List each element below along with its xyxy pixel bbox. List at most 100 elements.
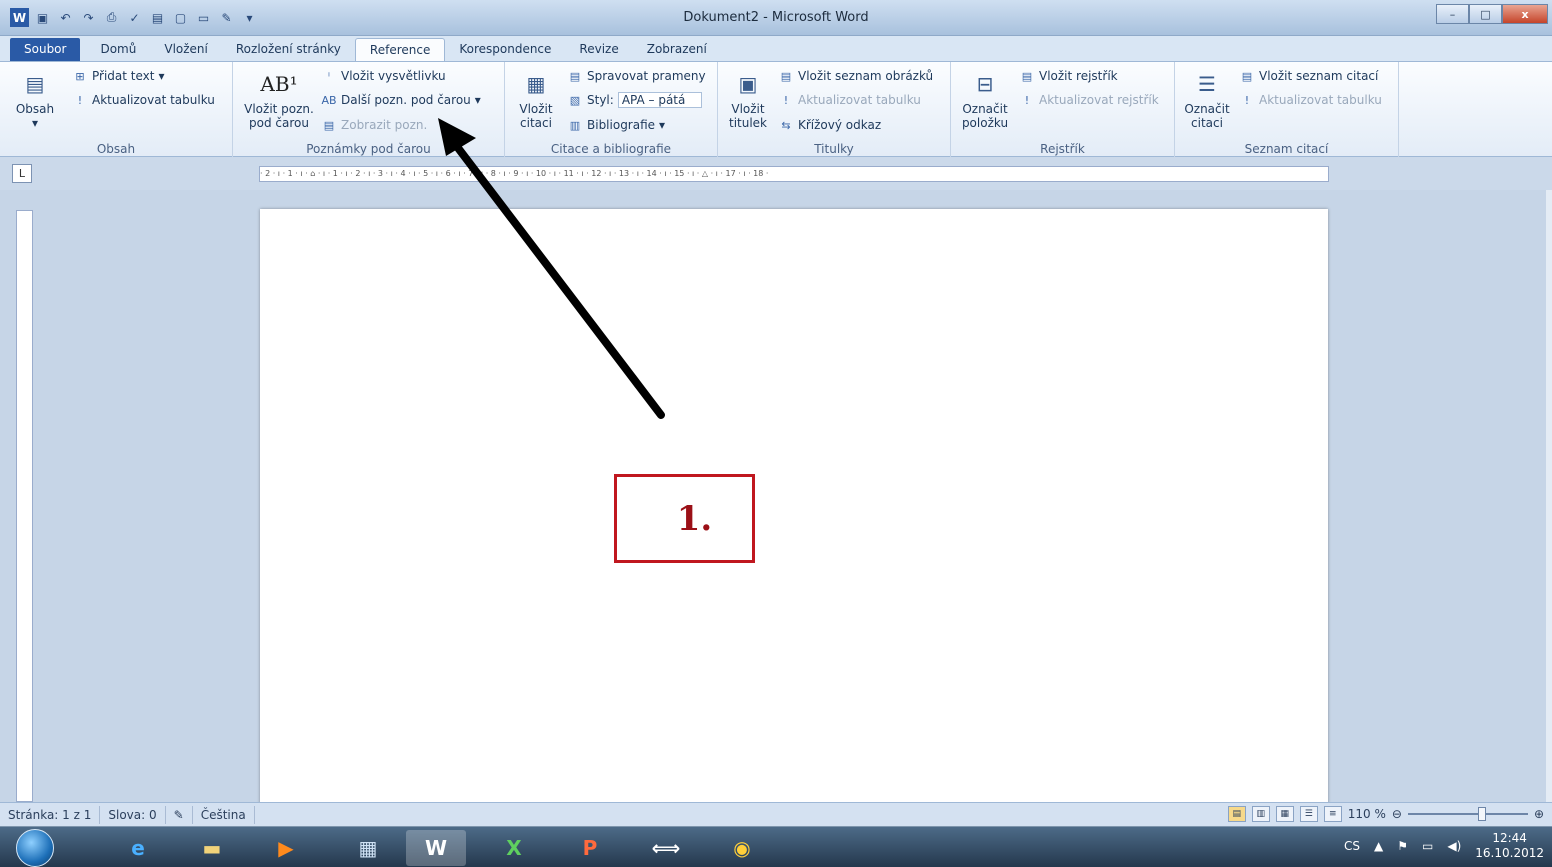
manage-sources-button[interactable]: ▤ Spravovat prameny — [567, 68, 706, 84]
style-selector[interactable]: ▧Styl:APA – pátá▾ — [567, 92, 703, 108]
status-bar: Stránka: 1 z 1 Slova: 0 ✎ Čeština ▤ ▥ ▦ … — [0, 802, 1552, 826]
zoom-controls: ▤ ▥ ▦ ☰ ≡ 110 % ⊖ ⊕ — [1227, 806, 1544, 822]
file-explorer-icon[interactable]: ▬ — [182, 830, 242, 866]
maximize-button[interactable]: □ — [1469, 4, 1502, 24]
tab-rozlozeni-stranky[interactable]: Rozložení stránky — [222, 38, 355, 62]
cross-reference-icon: ⇆ — [781, 118, 791, 132]
insert-toa-button[interactable]: ▤ Vložit seznam citací — [1239, 68, 1379, 84]
zoom-slider-thumb[interactable] — [1477, 807, 1486, 821]
tab-korespondence[interactable]: Korespondence — [445, 38, 565, 62]
insert-citation-button[interactable]: ▦ Vložit citaci — [511, 68, 561, 130]
document-icon: ▤ — [25, 72, 45, 96]
proofing-icon[interactable]: ✎ — [166, 805, 193, 824]
group-label: Seznam citací — [1244, 142, 1329, 156]
zoom-in-icon[interactable]: ⊕ — [1534, 807, 1544, 821]
caption-icon: ▣ — [738, 72, 758, 96]
group-citations: ▦ Vložit citaci ▤ Spravovat prameny ▧ Styl… — [505, 62, 718, 158]
ribbon-tabs: Soubor Domů Vložení Rozložení stránky Re… — [0, 36, 1552, 62]
media-player-icon[interactable]: ▶ — [256, 830, 316, 866]
teamviewer-icon[interactable]: ⟺ — [636, 830, 696, 866]
group-captions: ▣ Vložit titulek ▤ Vložit seznam obrázků … — [718, 62, 951, 158]
update-toc-button[interactable]: ! Aktualizovat tabulku — [72, 92, 215, 108]
group-label: Rejstřík — [1040, 142, 1085, 156]
network-icon[interactable]: ▭ — [1422, 839, 1433, 853]
citation-icon: ▦ — [526, 72, 546, 96]
update-figures-table-button[interactable]: ! Aktualizovat tabulku — [778, 92, 921, 108]
title-bar: W ▣ ↶ ↷ ⎙ ✓ ▤ ▢ ▭ ✎ ▾ Dokument2 - Micros… — [0, 0, 1552, 36]
tab-domu[interactable]: Domů — [86, 38, 150, 62]
endnote-icon: ⁱ — [328, 69, 330, 83]
internet-explorer-icon[interactable]: e — [108, 830, 168, 866]
add-text-button[interactable]: ⊞ Přidat text ▾ — [72, 68, 164, 84]
zoom-slider[interactable] — [1407, 807, 1528, 821]
full-screen-reading-icon[interactable]: ▥ — [1251, 806, 1270, 822]
mark-citation-button[interactable]: ☰ Označit citaci — [1179, 68, 1235, 130]
zoom-level[interactable]: 110 % — [1348, 807, 1386, 821]
print-layout-icon[interactable]: ▤ — [1227, 806, 1246, 822]
insert-caption-button[interactable]: ▣ Vložit titulek — [724, 68, 772, 130]
horizontal-ruler[interactable]: · 2 · ı · 1 · ı · ⌂ · ı · 1 · ı · 2 · ı … — [259, 166, 1329, 182]
mark-citation-icon: ☰ — [1198, 72, 1216, 96]
insert-footnote-button[interactable]: AB¹ Vložit pozn. pod čarou — [239, 68, 319, 130]
powerpoint-icon[interactable]: P — [560, 830, 620, 866]
minimize-button[interactable]: – — [1436, 4, 1469, 24]
next-footnote-icon: AB — [321, 93, 337, 107]
mark-entry-icon: ⊟ — [976, 72, 994, 96]
style-dropdown[interactable]: APA – pátá — [617, 92, 703, 108]
group-footnotes: AB¹ Vložit pozn. pod čarou ⁱ Vložit vysvě… — [233, 62, 505, 158]
volume-icon[interactable]: ◀) — [1447, 839, 1461, 853]
page-count[interactable]: Stránka: 1 z 1 — [0, 805, 101, 824]
document-page[interactable] — [260, 209, 1328, 809]
insert-index-button[interactable]: ▤ Vložit rejstřík — [1019, 68, 1118, 84]
chrome-icon[interactable]: ◉ — [712, 830, 772, 866]
clock[interactable]: 12:44 16.10.2012 — [1475, 831, 1544, 861]
language-indicator[interactable]: CS — [1344, 839, 1360, 853]
tab-reference[interactable]: Reference — [354, 38, 446, 62]
insert-table-of-figures-button[interactable]: ▤ Vložit seznam obrázků — [778, 68, 933, 84]
show-notes-button[interactable]: ▤ Zobrazit pozn. — [321, 117, 428, 133]
window-title: Dokument2 - Microsoft Word — [683, 10, 869, 25]
update-toa-button[interactable]: ! Aktualizovat tabulku — [1239, 92, 1382, 108]
tab-selector-button[interactable]: L — [12, 164, 32, 183]
style-icon: ▧ — [569, 93, 581, 107]
system-tray: CS ▲ ⚑ ▭ ◀) 12:44 16.10.2012 — [1344, 831, 1544, 861]
vertical-ruler[interactable] — [16, 210, 33, 802]
cross-reference-button[interactable]: ⇆ Křížový odkaz — [778, 117, 881, 133]
tab-vlozeni[interactable]: Vložení — [150, 38, 222, 62]
step-number: 1. — [676, 498, 713, 539]
add-text-icon: ⊞ — [75, 69, 85, 83]
update-table-icon: ! — [1244, 93, 1250, 107]
excel-icon[interactable]: X — [484, 830, 544, 866]
web-layout-icon[interactable]: ▦ — [1275, 806, 1294, 822]
tab-revize[interactable]: Revize — [565, 38, 632, 62]
group-index: ⊟ Označit položku ▤ Vložit rejstřík ! Aktu… — [951, 62, 1175, 158]
bibliography-icon: ▥ — [569, 118, 581, 132]
insert-endnote-button[interactable]: ⁱ Vložit vysvětlivku — [321, 68, 446, 84]
draft-icon[interactable]: ≡ — [1323, 806, 1342, 822]
show-hidden-icons-icon[interactable]: ▲ — [1374, 839, 1383, 853]
manage-sources-icon: ▤ — [569, 69, 581, 83]
word-count[interactable]: Slova: 0 — [100, 805, 166, 824]
step-callout-box: 1. — [614, 474, 755, 563]
vertical-scrollbar[interactable] — [1546, 190, 1552, 802]
document-area — [0, 190, 1552, 809]
next-footnote-button[interactable]: AB Další pozn. pod čarou ▾ — [321, 92, 480, 108]
tab-soubor[interactable]: Soubor — [10, 38, 81, 62]
start-button[interactable] — [16, 829, 54, 867]
language-indicator[interactable]: Čeština — [193, 805, 255, 824]
action-center-icon[interactable]: ⚑ — [1397, 839, 1408, 853]
close-button[interactable]: x — [1502, 4, 1548, 24]
index-icon: ▤ — [1021, 69, 1033, 83]
window-controls: – □ x — [1436, 4, 1548, 24]
bibliography-button[interactable]: ▥ Bibliografie ▾ — [567, 117, 665, 133]
outline-icon[interactable]: ☰ — [1299, 806, 1318, 822]
update-index-button[interactable]: ! Aktualizovat rejstřík — [1019, 92, 1159, 108]
tab-zobrazeni[interactable]: Zobrazení — [633, 38, 721, 62]
update-index-icon: ! — [1024, 93, 1030, 107]
calculator-icon[interactable]: ▦ — [338, 830, 398, 866]
zoom-out-icon[interactable]: ⊖ — [1392, 807, 1402, 821]
toc-button[interactable]: ▤ Obsah ▾ — [12, 68, 58, 130]
word-taskbar-icon[interactable]: W — [406, 830, 466, 866]
mark-entry-button[interactable]: ⊟ Označit položku — [955, 68, 1015, 130]
group-label: Obsah — [96, 142, 136, 156]
